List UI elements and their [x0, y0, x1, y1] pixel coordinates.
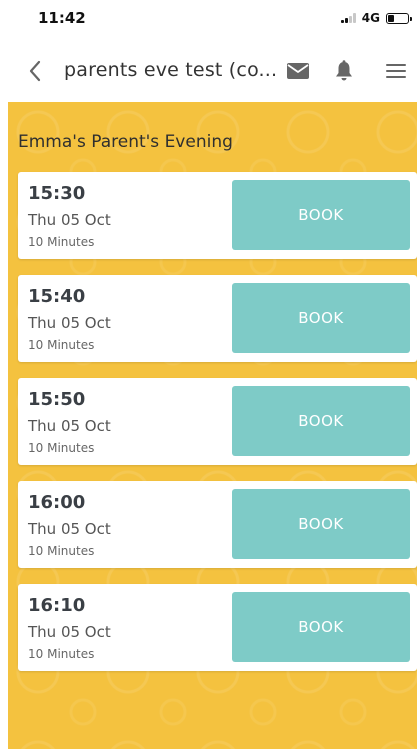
- slot-time: 15:40: [28, 286, 86, 307]
- battery-icon: [386, 12, 412, 24]
- signal-icon: [340, 13, 356, 23]
- slot-date: Thu 05 Oct: [28, 623, 111, 641]
- slot-duration: 10 Minutes: [28, 338, 95, 352]
- slot-duration: 10 Minutes: [28, 441, 95, 455]
- slot-duration: 10 Minutes: [28, 235, 95, 249]
- book-button[interactable]: BOOK: [232, 180, 410, 250]
- book-button[interactable]: BOOK: [232, 283, 410, 353]
- section-title: Emma's Parent's Evening: [18, 132, 233, 152]
- bell-icon: [336, 60, 352, 81]
- slot-card: 15:50 Thu 05 Oct 10 Minutes BOOK: [18, 378, 417, 465]
- status-time: 11:42: [38, 9, 86, 27]
- slot-list: 15:30 Thu 05 Oct 10 Minutes BOOK 15:40 T…: [18, 172, 417, 687]
- slot-card: 15:40 Thu 05 Oct 10 Minutes BOOK: [18, 275, 417, 362]
- messages-button[interactable]: [284, 58, 312, 84]
- slot-card: 15:30 Thu 05 Oct 10 Minutes BOOK: [18, 172, 417, 259]
- slot-date: Thu 05 Oct: [28, 314, 111, 332]
- slot-card: 16:10 Thu 05 Oct 10 Minutes BOOK: [18, 584, 417, 671]
- network-type: 4G: [361, 11, 380, 25]
- notifications-button[interactable]: [330, 58, 358, 84]
- slot-duration: 10 Minutes: [28, 544, 95, 558]
- slot-date: Thu 05 Oct: [28, 520, 111, 538]
- book-button[interactable]: BOOK: [232, 592, 410, 662]
- book-button[interactable]: BOOK: [232, 386, 410, 456]
- back-button[interactable]: [22, 58, 48, 84]
- booking-content: Emma's Parent's Evening 15:30 Thu 05 Oct…: [8, 102, 417, 749]
- status-bar: 11:42 4G: [0, 0, 417, 40]
- hamburger-menu-icon: [386, 64, 406, 78]
- slot-time: 16:00: [28, 492, 86, 513]
- slot-time: 15:50: [28, 389, 86, 410]
- slot-time: 15:30: [28, 183, 86, 204]
- slot-card: 16:00 Thu 05 Oct 10 Minutes BOOK: [18, 481, 417, 568]
- slot-date: Thu 05 Oct: [28, 211, 111, 229]
- slot-duration: 10 Minutes: [28, 647, 95, 661]
- envelope-icon: [287, 63, 309, 79]
- nav-bar: parents eve test (co...: [0, 40, 417, 102]
- page-title: parents eve test (co...: [64, 59, 276, 81]
- status-indicators: 4G: [340, 11, 412, 25]
- book-button[interactable]: BOOK: [232, 489, 410, 559]
- slot-date: Thu 05 Oct: [28, 417, 111, 435]
- chevron-left-icon: [29, 60, 41, 82]
- menu-button[interactable]: [382, 58, 410, 84]
- slot-time: 16:10: [28, 595, 86, 616]
